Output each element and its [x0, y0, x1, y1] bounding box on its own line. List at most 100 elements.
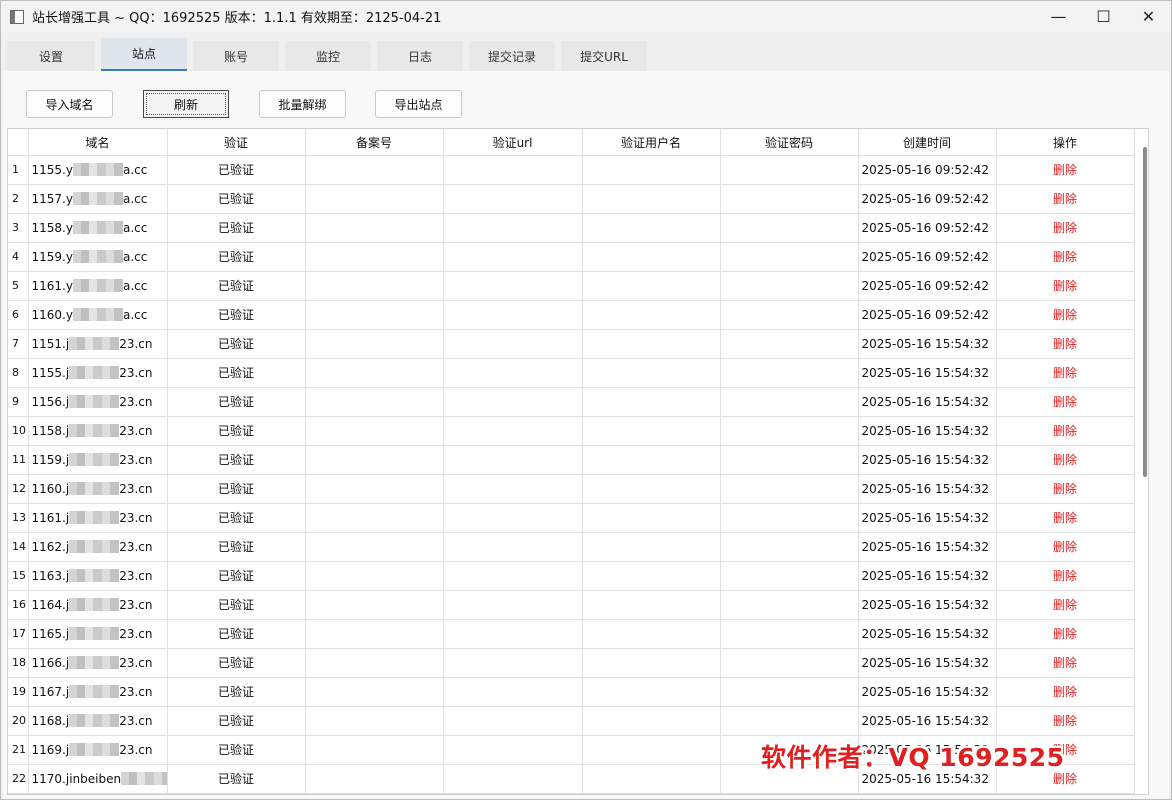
delete-link[interactable]: 删除 — [996, 358, 1135, 388]
verify-password-cell — [720, 474, 859, 504]
domain-suffix: 23.cn — [119, 394, 153, 409]
created-time: 2025-05-16 15:54:32 — [858, 329, 997, 359]
table-row[interactable]: 17 1165.j 23.cn 已验证 2025-05-16 15:54:32 删除 — [8, 619, 1135, 649]
window-controls: — ☐ ✕ — [1036, 1, 1171, 32]
verify-status: 已验证 — [167, 503, 306, 533]
table-row[interactable]: 19 1167.j 23.cn 已验证 2025-05-16 15:54:32 删除 — [8, 677, 1135, 707]
domain-suffix: a.cc — [122, 278, 148, 293]
table-row[interactable]: 16 1164.j 23.cn 已验证 2025-05-16 15:54:32 删除 — [8, 590, 1135, 620]
header-action[interactable]: 操作 — [996, 129, 1135, 156]
title-bar[interactable]: 站长增强工具 ~ QQ：1692525 版本：1.1.1 有效期至：2125-0… — [1, 1, 1171, 32]
header-created[interactable]: 创建时间 — [858, 129, 997, 156]
delete-link[interactable]: 删除 — [996, 184, 1135, 214]
verify-username-cell — [582, 329, 721, 359]
delete-link[interactable]: 删除 — [996, 155, 1135, 185]
header-verify-username[interactable]: 验证用户名 — [582, 129, 721, 156]
table-row[interactable]: 5 1161.y a.cc 已验证 2025-05-16 09:52:42 删除 — [8, 271, 1135, 301]
delete-link[interactable]: 删除 — [996, 561, 1135, 591]
table-row[interactable]: 8 1155.j 23.cn 已验证 2025-05-16 15:54:32 删除 — [8, 358, 1135, 388]
header-icp[interactable]: 备案号 — [305, 129, 444, 156]
table-row[interactable]: 10 1158.j 23.cn 已验证 2025-05-16 15:54:32 删除 — [8, 416, 1135, 446]
import-domains-button[interactable]: 导入域名 — [26, 90, 113, 118]
table-row[interactable]: 12 1160.j 23.cn 已验证 2025-05-16 15:54:32 删除 — [8, 474, 1135, 504]
created-time: 2025-05-16 09:52:42 — [858, 213, 997, 243]
delete-link[interactable]: 删除 — [996, 271, 1135, 301]
export-sites-button[interactable]: 导出站点 — [375, 90, 462, 118]
delete-link[interactable]: 删除 — [996, 648, 1135, 678]
verify-url-cell — [443, 329, 583, 359]
verify-password-cell — [720, 300, 859, 330]
verify-username-cell — [582, 619, 721, 649]
table-row[interactable]: 2 1157.y a.cc 已验证 2025-05-16 09:52:42 删除 — [8, 184, 1135, 214]
delete-link[interactable]: 删除 — [996, 416, 1135, 446]
minimize-button[interactable]: — — [1036, 1, 1081, 32]
domain-suffix: 23.cn — [119, 423, 153, 438]
vertical-scrollbar[interactable] — [1143, 147, 1147, 477]
verify-password-cell — [720, 532, 859, 562]
verify-username-cell — [582, 503, 721, 533]
verify-password-cell — [720, 271, 859, 301]
table-row[interactable]: 13 1161.j 23.cn 已验证 2025-05-16 15:54:32 删除 — [8, 503, 1135, 533]
tab-accounts[interactable]: 账号 — [193, 41, 279, 71]
table-row[interactable]: 20 1168.j 23.cn 已验证 2025-05-16 15:54:32 删除 — [8, 706, 1135, 736]
delete-link[interactable]: 删除 — [996, 213, 1135, 243]
icp-cell — [305, 764, 444, 794]
domain-prefix: 1159.j — [31, 452, 70, 467]
batch-unbind-button[interactable]: 批量解绑 — [259, 90, 346, 118]
header-verify[interactable]: 验证 — [167, 129, 306, 156]
refresh-button[interactable]: 刷新 — [143, 90, 229, 118]
table-row[interactable]: 9 1156.j 23.cn 已验证 2025-05-16 15:54:32 删除 — [8, 387, 1135, 417]
redacted-mosaic — [69, 365, 120, 379]
redacted-mosaic — [69, 452, 120, 466]
delete-link[interactable]: 删除 — [996, 329, 1135, 359]
domain-cell: 1162.j 23.cn — [28, 532, 168, 562]
close-button[interactable]: ✕ — [1126, 1, 1171, 32]
domain-suffix: 23.cn — [119, 655, 153, 670]
delete-link[interactable]: 删除 — [996, 677, 1135, 707]
delete-link[interactable]: 删除 — [996, 532, 1135, 562]
created-time: 2025-05-16 15:54:32 — [858, 561, 997, 591]
verify-status: 已验证 — [167, 213, 306, 243]
header-domain[interactable]: 域名 — [28, 129, 168, 156]
table-row[interactable]: 7 1151.j 23.cn 已验证 2025-05-16 15:54:32 删除 — [8, 329, 1135, 359]
table-row[interactable]: 11 1159.j 23.cn 已验证 2025-05-16 15:54:32 删除 — [8, 445, 1135, 475]
maximize-button[interactable]: ☐ — [1081, 1, 1126, 32]
row-number: 21 — [8, 735, 29, 765]
table-row[interactable]: 18 1166.j 23.cn 已验证 2025-05-16 15:54:32 删除 — [8, 648, 1135, 678]
delete-link[interactable]: 删除 — [996, 300, 1135, 330]
tab-settings[interactable]: 设置 — [7, 41, 95, 71]
verify-url-cell — [443, 213, 583, 243]
verify-password-cell — [720, 561, 859, 591]
table-row[interactable]: 3 1158.y a.cc 已验证 2025-05-16 09:52:42 删除 — [8, 213, 1135, 243]
table-row[interactable]: 6 1160.y a.cc 已验证 2025-05-16 09:52:42 删除 — [8, 300, 1135, 330]
sites-table[interactable]: 域名 验证 备案号 验证url 验证用户名 验证密码 创建时间 操作 1 1155… — [7, 128, 1149, 795]
icp-cell — [305, 648, 444, 678]
table-row[interactable]: 4 1159.y a.cc 已验证 2025-05-16 09:52:42 删除 — [8, 242, 1135, 272]
delete-link[interactable]: 删除 — [996, 590, 1135, 620]
delete-link[interactable]: 删除 — [996, 445, 1135, 475]
tab-submit-records[interactable]: 提交记录 — [469, 41, 555, 71]
verify-password-cell — [720, 242, 859, 272]
delete-link[interactable]: 删除 — [996, 387, 1135, 417]
table-row[interactable]: 15 1163.j 23.cn 已验证 2025-05-16 15:54:32 删除 — [8, 561, 1135, 591]
delete-link[interactable]: 删除 — [996, 242, 1135, 272]
delete-link[interactable]: 删除 — [996, 619, 1135, 649]
tab-logs[interactable]: 日志 — [377, 41, 463, 71]
verify-username-cell — [582, 735, 721, 765]
tab-sites[interactable]: 站点 — [101, 38, 187, 71]
icp-cell — [305, 735, 444, 765]
tab-monitor[interactable]: 监控 — [285, 41, 371, 71]
header-verify-password[interactable]: 验证密码 — [720, 129, 859, 156]
table-row[interactable]: 14 1162.j 23.cn 已验证 2025-05-16 15:54:32 删除 — [8, 532, 1135, 562]
delete-link[interactable]: 删除 — [996, 474, 1135, 504]
table-row[interactable]: 1 1155.y a.cc 已验证 2025-05-16 09:52:42 删除 — [8, 155, 1135, 185]
tab-submit-url[interactable]: 提交URL — [561, 41, 647, 71]
delete-link[interactable]: 删除 — [996, 706, 1135, 736]
verify-password-cell — [720, 184, 859, 214]
header-verify-url[interactable]: 验证url — [443, 129, 583, 156]
domain-prefix: 1169.j — [31, 742, 70, 757]
app-window: 站长增强工具 ~ QQ：1692525 版本：1.1.1 有效期至：2125-0… — [0, 0, 1172, 800]
domain-cell: 1155.y a.cc — [28, 155, 168, 185]
delete-link[interactable]: 删除 — [996, 503, 1135, 533]
row-number: 13 — [8, 503, 29, 533]
